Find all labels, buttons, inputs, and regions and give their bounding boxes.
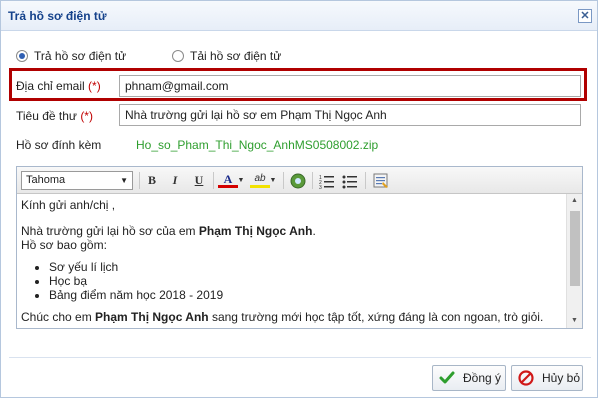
email-intro: Nhà trường gửi lại hồ sơ của em Phạm Thị… [21, 224, 316, 238]
radio-return-label: Trả hồ sơ điện tử [34, 49, 127, 63]
footer-divider [9, 357, 591, 358]
email-label: Địa chỉ email (*) [16, 79, 101, 93]
email-closing: Chúc cho em Phạm Thị Ngọc Anh sang trườn… [21, 310, 544, 324]
email-required-mark: (*) [88, 79, 101, 93]
list-item: Học bạ [49, 274, 562, 288]
closing-student-name: Phạm Thị Ngọc Anh [95, 310, 209, 324]
close-button[interactable]: ✕ [578, 9, 592, 23]
toolbar-divider [213, 172, 214, 189]
subject-label: Tiêu đề thư (*) [16, 109, 93, 123]
subject-field[interactable]: Nhà trường gửi lại hồ sơ em Phạm Thị Ngọ… [119, 104, 581, 126]
scroll-thumb[interactable] [570, 211, 580, 286]
radio-download-label: Tải hồ sơ điện tử [190, 49, 282, 63]
radio-option-download[interactable]: Tải hồ sơ điện tử [172, 49, 281, 63]
font-family-select[interactable]: Tahoma ▼ [21, 171, 133, 190]
bold-icon[interactable]: B [142, 171, 162, 190]
highlight-icon[interactable]: ab [250, 171, 270, 188]
unordered-list-icon[interactable] [340, 171, 360, 190]
list-item: Sơ yếu lí lịch [49, 260, 562, 274]
cancel-button[interactable]: Hủy bỏ [511, 365, 583, 391]
list-heading: Hồ sơ bao gồm: [21, 238, 107, 252]
record-list: Sơ yếu lí lịch Học bạ Bảng điểm năm học … [49, 260, 562, 302]
scroll-down-icon[interactable]: ▼ [571, 317, 578, 324]
insert-link-icon[interactable] [288, 171, 308, 190]
toolbar-divider [283, 172, 284, 189]
font-color-icon[interactable]: A [218, 171, 238, 188]
toolbar-divider [139, 172, 140, 189]
ok-button-label: Đồng ý [463, 371, 502, 385]
italic-icon[interactable]: I [165, 171, 185, 190]
scroll-up-icon[interactable]: ▲ [571, 197, 578, 204]
dialog-title: Trả hồ sơ điện tử [8, 9, 107, 23]
radio-download[interactable] [172, 50, 184, 62]
chevron-down-icon: ▼ [120, 176, 128, 185]
list-item: Bảng điểm năm học 2018 - 2019 [49, 288, 562, 302]
checkmark-icon [439, 370, 455, 386]
editor-content[interactable]: Kính gửi anh/chị , Nhà trường gửi lại hồ… [17, 194, 566, 328]
dialog-titlebar: Trả hồ sơ điện tử ✕ [1, 1, 597, 31]
editor-scrollbar[interactable]: ▲ ▼ [566, 194, 582, 328]
radio-option-return[interactable]: Trả hồ sơ điện tử [16, 49, 126, 63]
ok-button[interactable]: Đồng ý [432, 365, 506, 391]
email-field[interactable]: phnam@gmail.com [119, 75, 581, 97]
svg-text:3: 3 [319, 185, 322, 189]
student-name: Phạm Thị Ngọc Anh [198, 224, 313, 238]
cancel-button-label: Hủy bỏ [542, 371, 581, 385]
subject-required-mark: (*) [80, 109, 93, 123]
editor-toolbar: Tahoma ▼ B I U A ▼ ab ▼ 123 [17, 167, 582, 194]
highlight-dropdown-icon[interactable]: ▼ [268, 171, 278, 190]
html-source-icon[interactable] [371, 171, 391, 190]
attachment-label: Hồ sơ đính kèm [16, 138, 102, 152]
font-color-dropdown-icon[interactable]: ▼ [236, 171, 246, 190]
toolbar-divider [365, 172, 366, 189]
rich-text-editor: Tahoma ▼ B I U A ▼ ab ▼ 123 Kính gửi anh… [16, 166, 583, 329]
send-record-dialog: Trả hồ sơ điện tử ✕ Trả hồ sơ điện tử Tả… [0, 0, 598, 398]
radio-return-selected[interactable] [16, 50, 28, 62]
email-greeting: Kính gửi anh/chị , [21, 198, 116, 212]
cancel-icon [518, 370, 534, 386]
font-family-value: Tahoma [26, 174, 66, 186]
toolbar-divider [312, 172, 313, 189]
attachment-file-link[interactable]: Ho_so_Pham_Thi_Ngoc_AnhMS0508002.zip [136, 138, 378, 152]
ordered-list-icon[interactable]: 123 [317, 171, 337, 191]
underline-icon[interactable]: U [189, 171, 209, 190]
